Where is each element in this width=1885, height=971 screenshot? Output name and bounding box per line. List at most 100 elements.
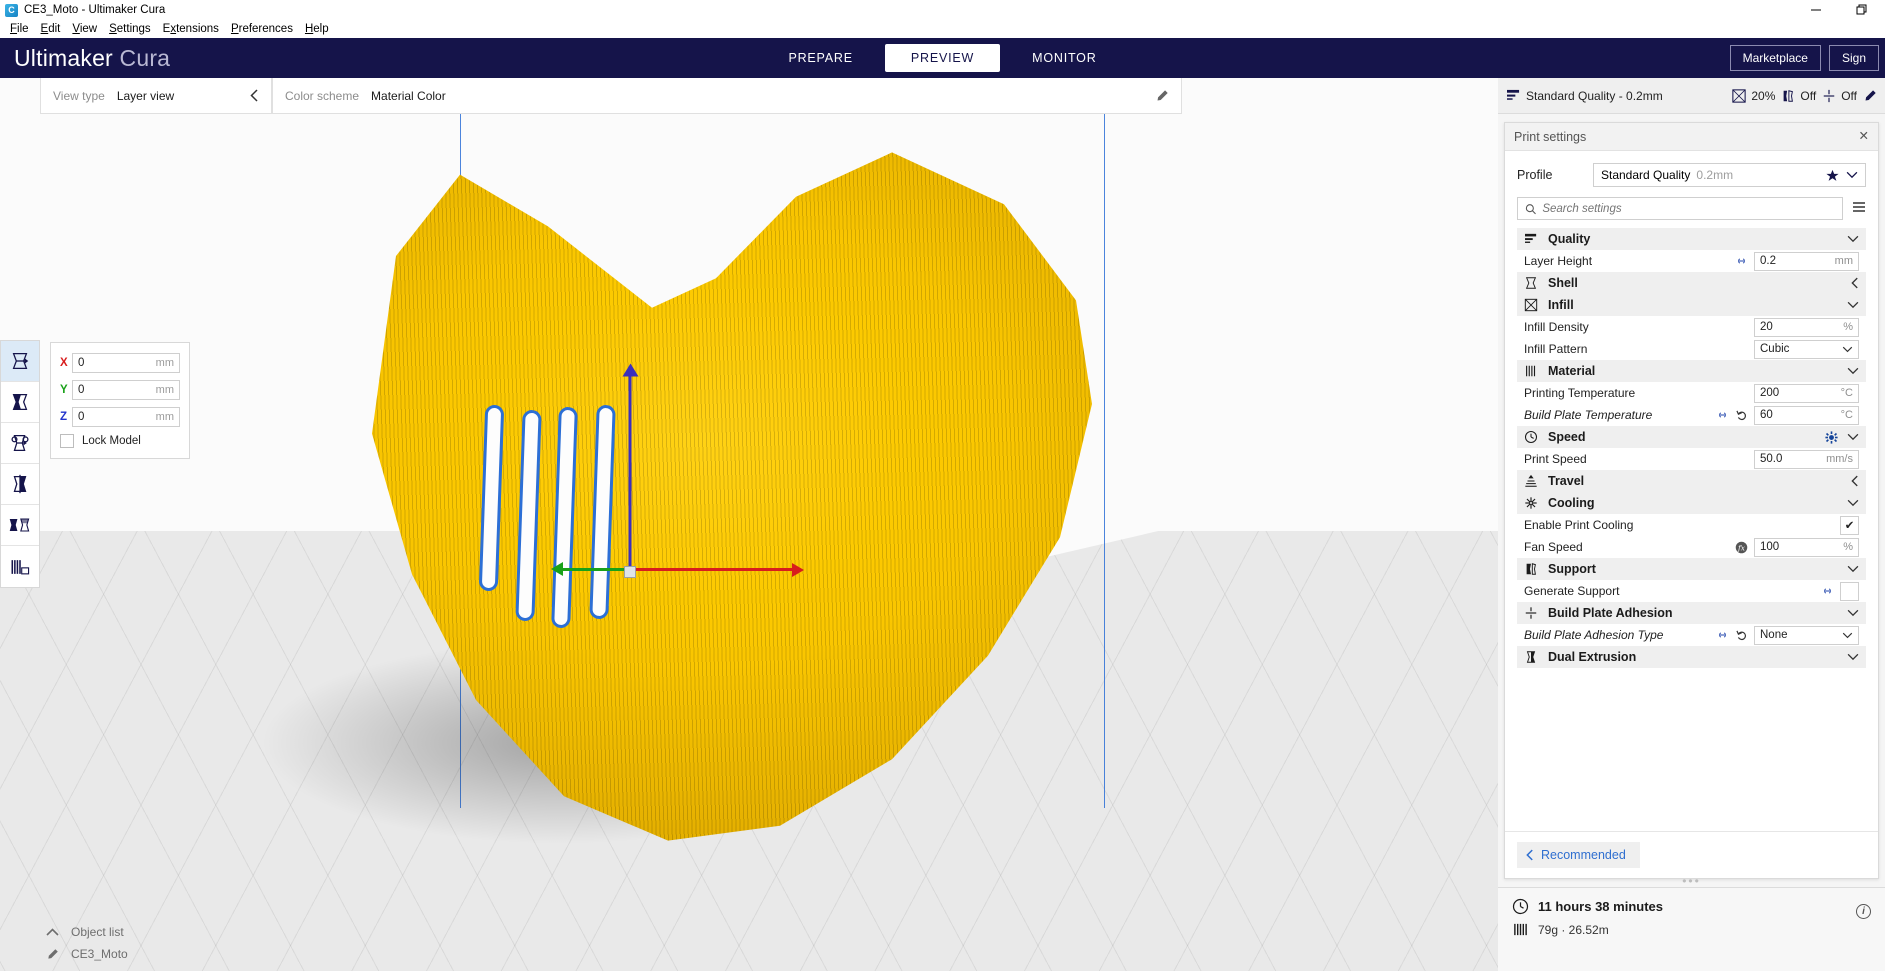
tab-monitor[interactable]: MONITOR: [1006, 44, 1122, 72]
setting-fan-speed: Fan Speed fx 100 %: [1517, 536, 1866, 558]
chevron-down-icon[interactable]: [1847, 433, 1859, 441]
menu-preferences[interactable]: Preferences: [225, 23, 299, 35]
menu-extensions[interactable]: Extensions: [157, 23, 225, 35]
search-box[interactable]: [1517, 197, 1843, 220]
config-support[interactable]: Off: [1781, 89, 1816, 103]
chevron-down-icon[interactable]: [1847, 235, 1859, 243]
chevron-down-icon[interactable]: [1847, 301, 1859, 309]
link-icon[interactable]: [1735, 256, 1748, 266]
menu-file[interactable]: File: [4, 23, 35, 35]
resize-grip[interactable]: •••: [1498, 875, 1885, 887]
gizmo-center-handle[interactable]: [624, 566, 636, 578]
lock-model-row[interactable]: Lock Model: [60, 434, 180, 448]
menu-settings[interactable]: Settings: [103, 23, 157, 35]
sidebar-item-per-model-settings-tool[interactable]: [1, 505, 39, 546]
generate-support-checkbox[interactable]: [1840, 581, 1859, 601]
profile-select[interactable]: Standard Quality 0.2mm: [1593, 163, 1866, 187]
gizmo-axis-y[interactable]: [551, 562, 630, 577]
marketplace-button[interactable]: Marketplace: [1729, 45, 1821, 71]
transform-gizmo[interactable]: [540, 353, 804, 583]
print-speed-input[interactable]: 50.0 mm/s: [1754, 449, 1859, 469]
view-type-segment[interactable]: View type Layer view: [40, 78, 272, 114]
link-icon[interactable]: [1821, 586, 1834, 596]
object-list-label: Object list: [71, 925, 124, 939]
info-icon[interactable]: i: [1856, 904, 1871, 919]
gizmo-axis-x[interactable]: [630, 562, 804, 577]
enable-print-cooling-checkbox[interactable]: ✔: [1840, 515, 1859, 535]
y-position-input[interactable]: 0 mm: [72, 380, 180, 400]
search-input[interactable]: [1542, 202, 1835, 215]
category-infill[interactable]: Infill: [1517, 294, 1866, 316]
config-profile[interactable]: Standard Quality - 0.2mm: [1506, 89, 1663, 103]
material-icon: [1514, 923, 1527, 936]
chevron-down-icon[interactable]: [1847, 653, 1859, 661]
recommended-button[interactable]: Recommended: [1517, 842, 1640, 868]
menu-view[interactable]: View: [66, 23, 103, 35]
chevron-down-icon[interactable]: [1847, 499, 1859, 507]
chevron-left-icon[interactable]: [1851, 277, 1859, 289]
category-travel[interactable]: Travel: [1517, 470, 1866, 492]
setting-label: Infill Pattern: [1524, 342, 1588, 356]
printing-temperature-input[interactable]: 200 °C: [1754, 383, 1859, 403]
infill-density-input[interactable]: 20 %: [1754, 317, 1859, 337]
chevron-down-icon[interactable]: [1847, 367, 1859, 375]
function-icon[interactable]: fx: [1735, 541, 1748, 554]
setting-generate-support: Generate Support: [1517, 580, 1866, 602]
category-label: Dual Extrusion: [1548, 650, 1637, 664]
chevron-left-icon[interactable]: [1851, 475, 1859, 487]
link-icon[interactable]: [1716, 630, 1729, 640]
chevron-down-icon[interactable]: [1847, 609, 1859, 617]
maximize-icon[interactable]: [1839, 0, 1885, 20]
tab-prepare[interactable]: PREPARE: [762, 44, 878, 72]
chevron-up-icon: [46, 927, 59, 936]
tab-preview[interactable]: PREVIEW: [884, 44, 1001, 72]
chevron-left-icon[interactable]: [250, 89, 259, 102]
build-plate-temperature-input[interactable]: 60 °C: [1754, 405, 1859, 425]
config-profile-value: Standard Quality - 0.2mm: [1526, 88, 1663, 103]
z-position-input[interactable]: 0 mm: [72, 407, 180, 427]
revert-icon[interactable]: [1736, 630, 1748, 641]
object-list-toggle[interactable]: Object list: [46, 925, 128, 939]
infill-pattern-select[interactable]: Cubic: [1754, 339, 1859, 359]
pencil-icon[interactable]: [1155, 89, 1169, 103]
category-support[interactable]: Support: [1517, 558, 1866, 580]
sidebar-item-move-tool[interactable]: [1, 341, 39, 382]
chevron-down-icon[interactable]: [1847, 565, 1859, 573]
category-quality[interactable]: Quality: [1517, 228, 1866, 250]
sidebar-item-rotate-tool[interactable]: [1, 423, 39, 464]
build-plate-adhesion-type-select[interactable]: None: [1754, 625, 1859, 645]
3d-viewport[interactable]: Object list CE3_Moto: [0, 78, 1498, 971]
gizmo-axis-z[interactable]: [622, 363, 638, 570]
sign-in-button[interactable]: Sign: [1828, 45, 1879, 71]
category-speed[interactable]: Speed: [1517, 426, 1866, 448]
config-infill[interactable]: 20%: [1732, 89, 1775, 103]
close-icon[interactable]: ✕: [1859, 130, 1869, 143]
chevron-down-icon[interactable]: [1846, 171, 1858, 179]
link-icon[interactable]: [1716, 410, 1729, 420]
category-shell[interactable]: Shell: [1517, 272, 1866, 294]
revert-icon[interactable]: [1736, 410, 1748, 421]
lock-model-checkbox[interactable]: [60, 434, 74, 448]
color-scheme-segment[interactable]: Color scheme Material Color: [272, 78, 1182, 114]
category-material[interactable]: Material: [1517, 360, 1866, 382]
sidebar-item-scale-tool[interactable]: [1, 382, 39, 423]
category-dual-extrusion[interactable]: Dual Extrusion: [1517, 646, 1866, 668]
sidebar-item-support-blocker-tool[interactable]: [1, 546, 39, 587]
star-icon[interactable]: [1826, 169, 1839, 182]
list-item[interactable]: CE3_Moto: [46, 947, 128, 961]
sidebar-item-mirror-tool[interactable]: [1, 464, 39, 505]
x-position-input[interactable]: 0 mm: [72, 353, 180, 373]
config-edit-button[interactable]: [1863, 89, 1877, 103]
category-build-plate-adhesion[interactable]: Build Plate Adhesion: [1517, 602, 1866, 624]
category-cooling[interactable]: Cooling: [1517, 492, 1866, 514]
menu-help[interactable]: Help: [299, 23, 335, 35]
config-adhesion[interactable]: Off: [1822, 89, 1857, 103]
fan-speed-input[interactable]: 100 %: [1754, 537, 1859, 557]
gear-icon[interactable]: [1825, 430, 1838, 444]
search-icon: [1525, 203, 1536, 214]
material-usage-value: 79g · 26.52m: [1538, 922, 1609, 937]
menu-edit[interactable]: Edit: [35, 23, 67, 35]
layer-height-input[interactable]: 0.2 mm: [1754, 251, 1859, 271]
minimize-icon[interactable]: [1793, 0, 1839, 20]
hamburger-icon[interactable]: [1852, 200, 1866, 218]
